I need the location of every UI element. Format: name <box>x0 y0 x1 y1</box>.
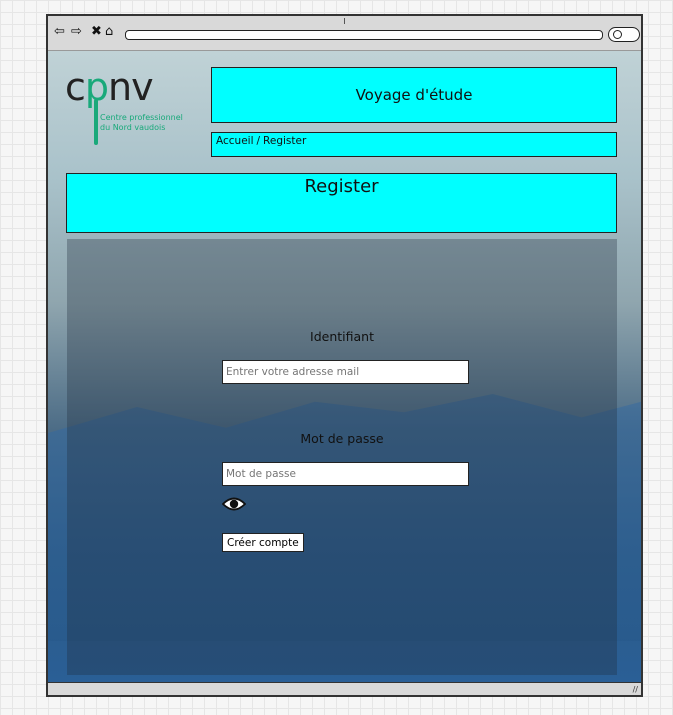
email-field[interactable] <box>222 360 469 384</box>
browser-window: ⇦ ⇨ ✖ ⌂ cpnv Centre professionnel du Nor… <box>46 14 643 697</box>
cpnv-logo: cpnv Centre professionnel du Nord vaudoi… <box>65 65 190 149</box>
breadcrumb-current: Register <box>263 135 307 147</box>
register-form-panel: Identifiant Mot de passe Créer compte <box>67 239 617 675</box>
toolbar-tick <box>344 18 345 24</box>
eye-icon[interactable] <box>222 495 246 513</box>
status-bar: // <box>48 682 641 695</box>
browser-toolbar: ⇦ ⇨ ✖ ⌂ <box>48 16 641 51</box>
site-title: Voyage d'étude <box>355 86 473 104</box>
resize-grip-icon[interactable]: // <box>633 685 638 694</box>
search-icon[interactable] <box>608 27 640 42</box>
create-account-button[interactable]: Créer compte <box>222 533 304 552</box>
logo-wordmark: cpnv <box>65 65 154 109</box>
logo-subtitle: Centre professionnel du Nord vaudois <box>100 113 183 132</box>
page-title-box: Register <box>66 173 617 233</box>
identifiant-label: Identifiant <box>310 329 374 344</box>
breadcrumb-home-link[interactable]: Accueil <box>216 135 254 147</box>
home-icon[interactable]: ⌂ <box>105 25 113 39</box>
password-label: Mot de passe <box>300 431 384 446</box>
breadcrumb-separator: / <box>256 135 261 147</box>
forward-arrow-icon[interactable]: ⇨ <box>71 25 82 39</box>
back-arrow-icon[interactable]: ⇦ <box>54 25 65 39</box>
breadcrumb: Accueil / Register <box>211 132 617 157</box>
site-title-box: Voyage d'étude <box>211 67 617 123</box>
close-icon[interactable]: ✖ <box>91 25 102 39</box>
password-field[interactable] <box>222 462 469 486</box>
page-title: Register <box>304 176 379 197</box>
logo-stem <box>94 99 98 145</box>
page-content: cpnv Centre professionnel du Nord vaudoi… <box>48 51 641 683</box>
address-bar[interactable] <box>125 30 603 40</box>
